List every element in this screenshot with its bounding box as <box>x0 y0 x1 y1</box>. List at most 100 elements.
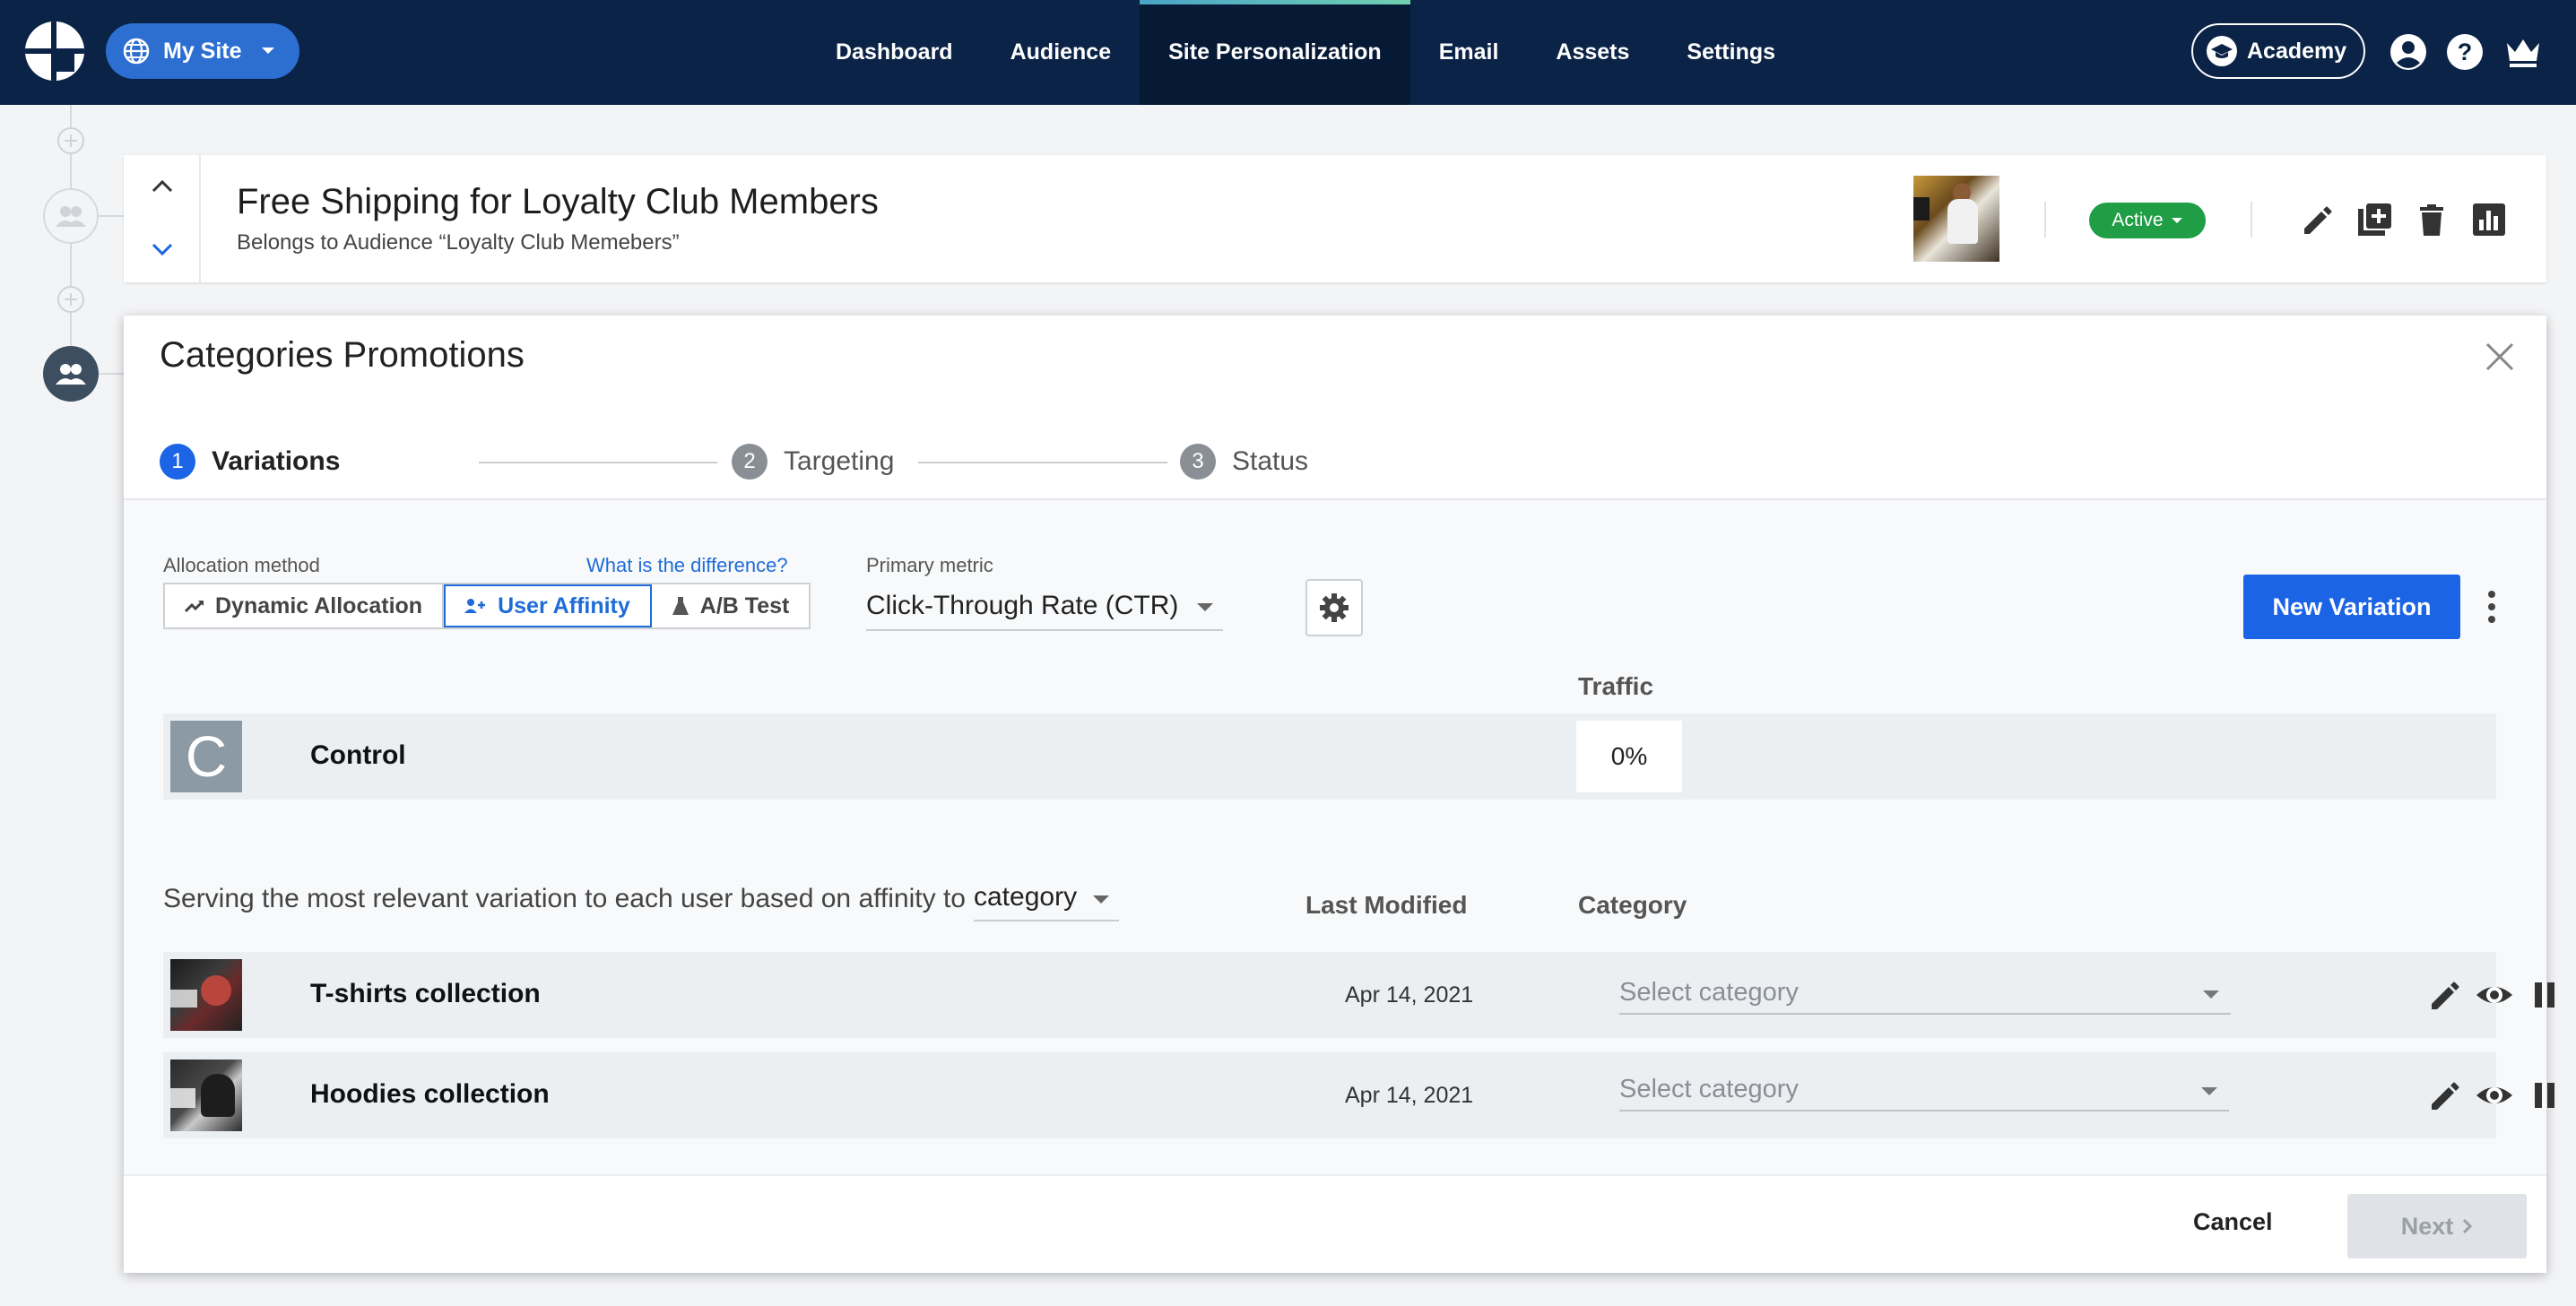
new-variation-button[interactable]: New Variation <box>2243 575 2460 639</box>
step-status[interactable]: 3 Status <box>1180 444 1308 480</box>
variation-row[interactable]: T-shirts collection Apr 14, 2021 Select … <box>163 952 2554 1038</box>
allocation-dynamic-button[interactable]: Dynamic Allocation <box>165 584 445 627</box>
close-icon[interactable] <box>2482 339 2518 375</box>
nav-settings[interactable]: Settings <box>1658 0 1804 105</box>
step-label: Variations <box>212 446 341 476</box>
allocation-option-label: User Affinity <box>498 592 630 618</box>
edit-icon[interactable] <box>2424 975 2464 1015</box>
step-label: Status <box>1232 446 1309 476</box>
account-icon[interactable] <box>2389 32 2428 72</box>
crown-icon[interactable] <box>2503 32 2543 72</box>
step-number: 3 <box>1180 444 1216 480</box>
pause-icon[interactable] <box>2525 975 2564 1015</box>
variation-thumbnail <box>170 1060 242 1131</box>
cancel-button[interactable]: Cancel <box>2193 1208 2273 1236</box>
campaign-thumbnail <box>1913 176 1999 262</box>
campaign-variations-modal: Categories Promotions 1 Variations 2 Tar… <box>124 316 2554 1273</box>
caret-down-icon <box>2200 1086 2218 1096</box>
caret-down-icon <box>2202 990 2220 999</box>
allocation-user-affinity-button[interactable]: User Affinity <box>444 584 652 627</box>
add-step-icon[interactable] <box>57 127 84 154</box>
category-placeholder: Select category <box>1619 977 1799 1007</box>
variations-panel: Allocation method What is the difference… <box>124 500 2554 1174</box>
nav-email[interactable]: Email <box>1410 0 1528 105</box>
step-variations[interactable]: 1 Variations <box>160 444 340 480</box>
nav-assets[interactable]: Assets <box>1527 0 1658 105</box>
control-thumb-letter: C <box>185 724 228 789</box>
step-number: 1 <box>160 444 195 480</box>
last-modified-column-header: Last Modified <box>1305 891 1468 919</box>
category-column-header: Category <box>1578 891 1687 919</box>
campaign-card: Free Shipping for Loyalty Club Members B… <box>124 155 2546 282</box>
metric-settings-button[interactable] <box>1305 579 1363 636</box>
add-step-icon[interactable] <box>57 286 84 313</box>
step-number: 2 <box>732 444 768 480</box>
affinity-select[interactable]: category <box>974 875 1119 921</box>
academy-label: Academy <box>2247 38 2347 64</box>
trending-up-icon <box>185 599 204 613</box>
caret-down-icon <box>2171 217 2183 224</box>
site-selector[interactable]: My Site <box>106 23 299 79</box>
nav-site-personalization[interactable]: Site Personalization <box>1140 0 1410 105</box>
chevron-up-icon[interactable] <box>142 166 183 207</box>
audience-node-active-icon[interactable] <box>43 346 99 402</box>
divider <box>2044 202 2046 238</box>
variation-row[interactable]: Hoodies collection Apr 14, 2021 Select c… <box>163 1052 2554 1138</box>
nav-audience[interactable]: Audience <box>982 0 1141 105</box>
primary-metric-label: Primary metric <box>866 554 993 576</box>
next-button[interactable]: Next <box>2347 1194 2527 1258</box>
control-row: C Control 0% <box>163 714 2496 800</box>
allocation-method-label: Allocation method <box>163 554 320 576</box>
preview-eye-icon[interactable] <box>2475 1076 2514 1115</box>
nav-dashboard[interactable]: Dashboard <box>807 0 982 105</box>
timeline-connector <box>99 373 124 375</box>
globe-icon <box>122 37 151 65</box>
modal-title: Categories Promotions <box>160 335 525 375</box>
svg-text:?: ? <box>2458 39 2473 65</box>
duplicate-icon[interactable] <box>2355 200 2394 239</box>
traffic-input[interactable]: 0% <box>1576 721 1682 792</box>
variation-name: T-shirts collection <box>310 979 541 1008</box>
edit-icon[interactable] <box>2297 200 2337 239</box>
more-options-icon[interactable] <box>2478 587 2505 627</box>
next-label: Next <box>2400 1212 2454 1240</box>
edit-icon[interactable] <box>2424 1076 2464 1115</box>
main-nav: Dashboard Audience Site Personalization … <box>807 0 1804 105</box>
delete-icon[interactable] <box>2412 200 2451 239</box>
category-select[interactable]: Select category <box>1619 1068 2229 1111</box>
reorder-controls <box>124 155 201 282</box>
variation-thumbnail <box>170 959 242 1031</box>
wizard-stepper: 1 Variations 2 Targeting 3 Status <box>160 444 1325 480</box>
allocation-option-label: A/B Test <box>699 592 790 618</box>
affinity-value: category <box>974 882 1078 912</box>
step-targeting[interactable]: 2 Targeting <box>732 444 894 480</box>
control-thumbnail: C <box>170 721 242 792</box>
app-logo[interactable] <box>25 22 84 81</box>
affinity-description: Serving the most relevant variation to e… <box>163 884 966 913</box>
caret-down-icon <box>1092 895 1110 904</box>
status-badge[interactable]: Active <box>2089 203 2206 238</box>
primary-metric-value: Click-Through Rate (CTR) <box>866 591 1179 620</box>
primary-metric-select[interactable]: Click-Through Rate (CTR) <box>866 583 1223 631</box>
modal-footer: Cancel Next <box>124 1174 2546 1273</box>
preview-eye-icon[interactable] <box>2475 975 2514 1015</box>
category-placeholder: Select category <box>1619 1074 1799 1103</box>
pause-icon[interactable] <box>2525 1076 2564 1115</box>
traffic-column-header: Traffic <box>1578 672 1654 700</box>
campaign-audience: Belongs to Audience “Loyalty Club Memebe… <box>237 230 680 255</box>
site-selector-label: My Site <box>163 38 242 64</box>
chevron-down-icon[interactable] <box>142 229 183 270</box>
step-connector <box>479 462 717 463</box>
report-icon[interactable] <box>2469 200 2509 239</box>
variation-last-modified: Apr 14, 2021 <box>1345 982 1474 1008</box>
caret-down-icon <box>1196 602 1214 612</box>
step-connector <box>918 462 1167 463</box>
flask-icon <box>672 596 690 616</box>
academy-icon <box>2206 35 2238 67</box>
allocation-help-link[interactable]: What is the difference? <box>586 554 788 577</box>
allocation-ab-test-button[interactable]: A/B Test <box>652 584 810 627</box>
category-select[interactable]: Select category <box>1619 972 2231 1015</box>
academy-button[interactable]: Academy <box>2191 23 2365 79</box>
help-icon[interactable]: ? <box>2445 32 2485 72</box>
audience-node-icon[interactable] <box>43 188 99 244</box>
